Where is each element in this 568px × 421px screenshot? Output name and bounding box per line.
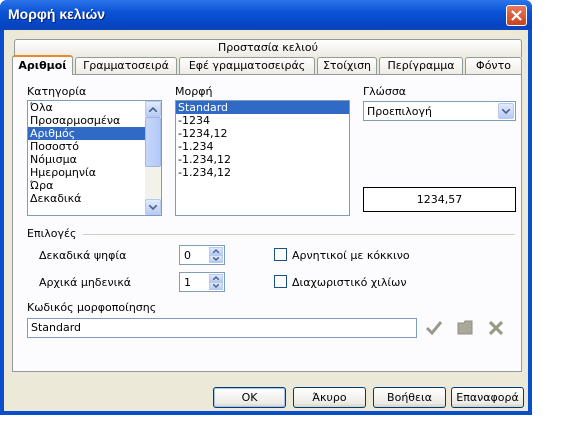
ok-button-label: OK bbox=[241, 391, 258, 404]
window-title: Μορφή κελιών bbox=[8, 6, 106, 22]
format-cells-dialog: Μορφή κελιών Προστασία κελιού Αριθμοί Γρ… bbox=[0, 0, 532, 415]
close-icon bbox=[511, 10, 522, 21]
list-item[interactable]: Standard bbox=[176, 101, 349, 114]
tab-cell-protection[interactable]: Προστασία κελιού bbox=[14, 39, 522, 57]
spin-down-button[interactable] bbox=[209, 255, 223, 263]
help-button-label: Βοήθεια bbox=[387, 391, 432, 404]
ok-button[interactable]: OK bbox=[213, 387, 286, 408]
format-code-label: Κωδικός μορφοποίησης bbox=[27, 301, 157, 314]
delete-icon bbox=[488, 320, 504, 336]
reset-button-label: Επαναφορά bbox=[456, 391, 519, 404]
tab-alignment[interactable]: Στοίχιση bbox=[317, 57, 377, 75]
close-button[interactable] bbox=[506, 5, 527, 26]
tab-borders[interactable]: Περίγραμμα bbox=[379, 57, 463, 75]
chevron-down-icon bbox=[149, 204, 157, 210]
tab-background[interactable]: Φόντο bbox=[465, 57, 522, 75]
decimal-places-label: Δεκαδικά ψηφία bbox=[39, 249, 127, 262]
language-label: Γλώσσα bbox=[363, 85, 407, 98]
numbers-tab-panel: Κατηγορία Όλα Προσαρμοσμένα Αριθμός Ποσο… bbox=[12, 74, 522, 372]
tab-label: Στοίχιση bbox=[322, 59, 372, 72]
comment-icon bbox=[457, 320, 473, 335]
edit-comment-button[interactable] bbox=[453, 318, 477, 338]
scroll-up-button[interactable] bbox=[145, 101, 161, 117]
scroll-thumb[interactable] bbox=[145, 117, 161, 167]
reset-button[interactable]: Επαναφορά bbox=[451, 387, 524, 408]
tab-label: Γραμματοσειρά bbox=[83, 59, 169, 72]
language-select[interactable]: Προεπιλογή bbox=[363, 101, 516, 121]
spin-up-button[interactable] bbox=[209, 274, 223, 282]
category-list[interactable]: Όλα Προσαρμοσμένα Αριθμός Ποσοστό Νόμισμ… bbox=[27, 100, 162, 216]
format-label: Μορφή bbox=[175, 85, 213, 98]
thousands-separator-label: Διαχωριστικό χιλίων bbox=[292, 276, 407, 289]
chevron-up-icon bbox=[213, 249, 219, 253]
list-item[interactable]: -1.234,12 bbox=[176, 153, 349, 166]
tab-label: Αριθμοί bbox=[18, 59, 67, 72]
tab-font-effects[interactable]: Εφέ γραμματοσειράς bbox=[179, 57, 315, 75]
leading-zeros-spinner[interactable]: 1 bbox=[179, 272, 225, 292]
decimal-places-value: 0 bbox=[184, 249, 191, 262]
language-dropdown-button[interactable] bbox=[498, 103, 514, 119]
spin-down-button[interactable] bbox=[209, 282, 223, 290]
dialog-body: Προστασία κελιού Αριθμοί Γραμματοσειρά Ε… bbox=[4, 30, 528, 411]
thousands-separator-checkbox[interactable] bbox=[274, 275, 287, 288]
checkmark-icon bbox=[425, 321, 443, 336]
list-item[interactable]: Δεκαδικά bbox=[28, 192, 161, 205]
leading-zeros-value: 1 bbox=[184, 276, 191, 289]
negative-red-checkbox[interactable] bbox=[274, 248, 287, 261]
tab-label: Προστασία κελιού bbox=[217, 41, 319, 54]
list-item[interactable]: -1.234 bbox=[176, 140, 349, 153]
list-item[interactable]: Ποσοστό bbox=[28, 140, 161, 153]
leading-zeros-label: Αρχικά μηδενικά bbox=[39, 276, 132, 289]
spin-up-button[interactable] bbox=[209, 247, 223, 255]
options-label: Επιλογές bbox=[27, 227, 77, 240]
list-item[interactable]: -1234,12 bbox=[176, 127, 349, 140]
accept-format-code-button[interactable] bbox=[422, 318, 446, 338]
tab-numbers[interactable]: Αριθμοί bbox=[12, 55, 73, 75]
chevron-down-icon bbox=[213, 257, 219, 261]
chevron-up-icon bbox=[149, 106, 157, 112]
list-item[interactable]: Νόμισμα bbox=[28, 153, 161, 166]
list-item[interactable]: Αριθμός bbox=[28, 127, 145, 140]
list-item[interactable]: -1.234,12 bbox=[176, 166, 349, 179]
list-item[interactable]: Ημερομηνία bbox=[28, 166, 161, 179]
list-item[interactable]: Ώρα bbox=[28, 179, 161, 192]
format-code-value: Standard bbox=[31, 321, 82, 334]
preview-value: 1234,57 bbox=[416, 193, 463, 206]
format-code-input[interactable]: Standard bbox=[27, 318, 417, 338]
format-list[interactable]: Standard -1234 -1234,12 -1.234 -1.234,12… bbox=[175, 100, 350, 216]
cancel-button[interactable]: Άκυρο bbox=[293, 387, 366, 408]
language-value: Προεπιλογή bbox=[367, 105, 432, 118]
negative-red-label: Αρνητικοί με κόκκινο bbox=[292, 249, 410, 262]
scroll-down-button[interactable] bbox=[145, 199, 161, 215]
cancel-button-label: Άκυρο bbox=[312, 391, 347, 404]
tab-font[interactable]: Γραμματοσειρά bbox=[75, 57, 177, 75]
tab-label: Περίγραμμα bbox=[387, 59, 455, 72]
preview-box: 1234,57 bbox=[363, 187, 516, 212]
category-scrollbar[interactable] bbox=[145, 101, 161, 215]
list-item[interactable]: -1234 bbox=[176, 114, 349, 127]
decimal-places-spinner[interactable]: 0 bbox=[179, 245, 225, 265]
list-item[interactable]: Όλα bbox=[28, 101, 161, 114]
title-bar[interactable]: Μορφή κελιών bbox=[0, 0, 532, 30]
help-button[interactable]: Βοήθεια bbox=[373, 387, 446, 408]
tab-label: Εφέ γραμματοσειράς bbox=[188, 59, 306, 72]
category-label: Κατηγορία bbox=[27, 85, 87, 98]
list-item[interactable]: Προσαρμοσμένα bbox=[28, 114, 161, 127]
delete-format-code-button[interactable] bbox=[484, 318, 508, 338]
tab-label: Φόντο bbox=[476, 59, 511, 72]
chevron-down-icon bbox=[213, 284, 219, 288]
chevron-down-icon bbox=[502, 108, 510, 114]
options-divider bbox=[83, 234, 515, 235]
chevron-up-icon bbox=[213, 276, 219, 280]
